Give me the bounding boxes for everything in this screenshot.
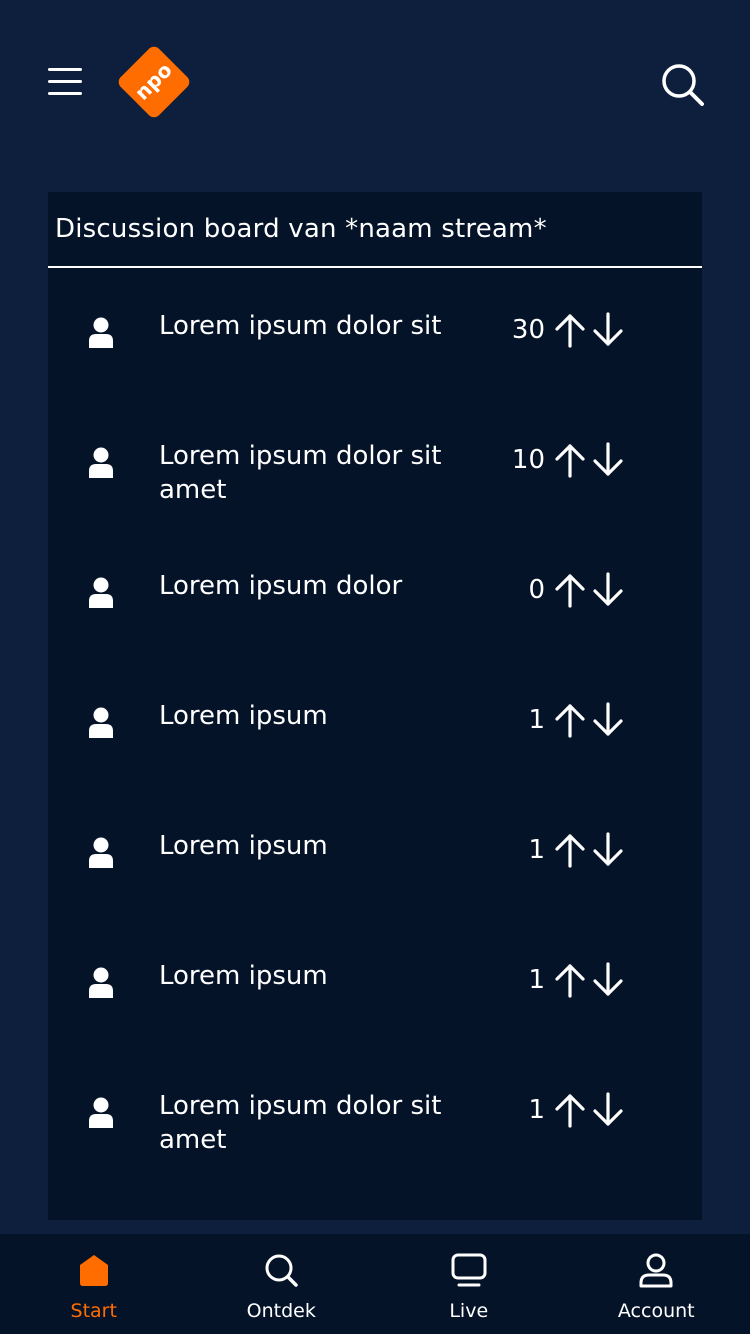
upvote-arrow-icon[interactable] (554, 702, 586, 738)
vote-score: 1 (528, 1095, 545, 1125)
vote-score: 1 (528, 835, 545, 865)
user-avatar-icon (89, 837, 113, 868)
upvote-arrow-icon[interactable] (554, 1092, 586, 1128)
app-header: npo (0, 0, 750, 170)
vote-score: 30 (511, 315, 545, 345)
tab-account[interactable]: Account (563, 1234, 750, 1334)
user-avatar-icon (89, 577, 113, 608)
tab-ontdek[interactable]: Ontdek (188, 1234, 376, 1334)
item-text: Lorem ipsum (159, 831, 328, 861)
item-text: Lorem ipsum dolor sit amet (159, 441, 442, 505)
vote-score: 10 (511, 445, 545, 475)
item-text: Lorem ipsum dolor sit (159, 311, 442, 341)
downvote-arrow-icon[interactable] (592, 702, 624, 738)
user-avatar-icon (89, 447, 113, 478)
downvote-arrow-icon[interactable] (592, 832, 624, 868)
bottom-tab-bar: Start Ontdek Live Account (0, 1234, 750, 1334)
user-avatar-icon (89, 707, 113, 738)
downvote-arrow-icon[interactable] (592, 1092, 624, 1128)
downvote-arrow-icon[interactable] (592, 312, 624, 348)
upvote-arrow-icon[interactable] (554, 312, 586, 348)
upvote-arrow-icon[interactable] (554, 442, 586, 478)
user-icon (639, 1253, 673, 1288)
tab-live[interactable]: Live (375, 1234, 563, 1334)
upvote-arrow-icon[interactable] (554, 962, 586, 998)
hamburger-menu-button[interactable] (46, 64, 86, 100)
item-text: Lorem ipsum (159, 961, 328, 991)
upvote-arrow-icon[interactable] (554, 572, 586, 608)
discussion-item[interactable]: Lorem ipsum dolor sit amet 1 (48, 1091, 702, 1194)
tab-label: Start (70, 1300, 117, 1322)
item-text: Lorem ipsum (159, 701, 328, 731)
downvote-arrow-icon[interactable] (592, 442, 624, 478)
discussion-item[interactable]: Lorem ipsum 1 (48, 961, 702, 1064)
tab-label: Ontdek (246, 1300, 316, 1322)
user-avatar-icon (89, 967, 113, 998)
tab-label: Account (617, 1300, 695, 1322)
search-icon (265, 1254, 298, 1287)
upvote-arrow-icon[interactable] (554, 832, 586, 868)
user-avatar-icon (89, 1097, 113, 1128)
item-text: Lorem ipsum dolor (159, 571, 403, 601)
search-icon[interactable] (658, 60, 706, 108)
npo-logo[interactable]: npo (110, 38, 198, 126)
board-title: Discussion board van *naam stream* (48, 192, 702, 268)
discussion-item[interactable]: Lorem ipsum dolor sit 30 (48, 311, 702, 414)
vote-score: 1 (528, 965, 545, 995)
vote-score: 0 (528, 575, 545, 605)
discussion-board: Discussion board van *naam stream* Lorem… (48, 192, 702, 1220)
tab-start[interactable]: Start (0, 1234, 188, 1334)
item-text: Lorem ipsum dolor sit amet (159, 1091, 442, 1155)
tab-label: Live (449, 1300, 489, 1322)
downvote-arrow-icon[interactable] (592, 572, 624, 608)
discussion-item[interactable]: Lorem ipsum dolor sit amet 10 (48, 441, 702, 544)
user-avatar-icon (89, 317, 113, 348)
vote-score: 1 (528, 705, 545, 735)
discussion-item[interactable]: Lorem ipsum 1 (48, 831, 702, 934)
home-icon (79, 1255, 108, 1286)
downvote-arrow-icon[interactable] (592, 962, 624, 998)
tv-icon (451, 1253, 487, 1287)
discussion-item[interactable]: Lorem ipsum dolor 0 (48, 571, 702, 674)
discussion-item[interactable]: Lorem ipsum 1 (48, 701, 702, 804)
